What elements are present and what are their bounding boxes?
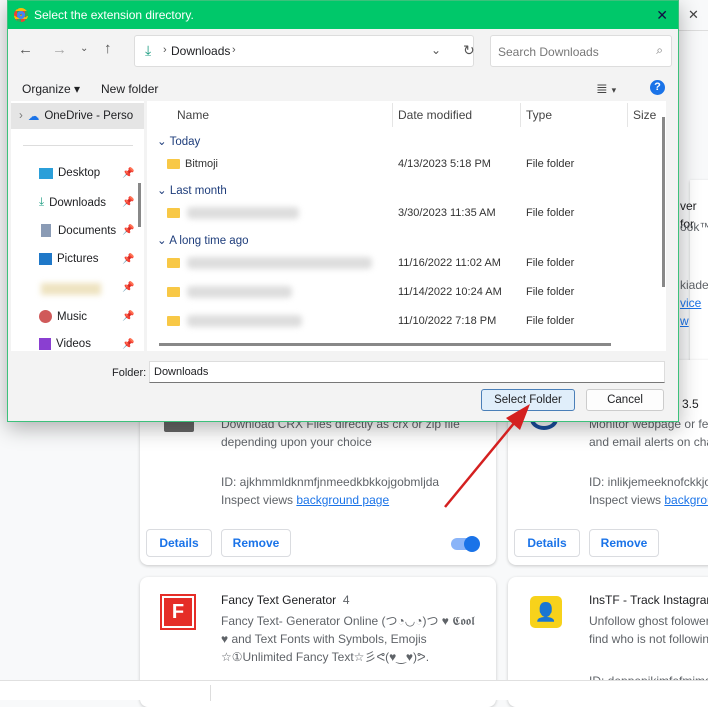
annotation-arrow <box>444 404 530 508</box>
